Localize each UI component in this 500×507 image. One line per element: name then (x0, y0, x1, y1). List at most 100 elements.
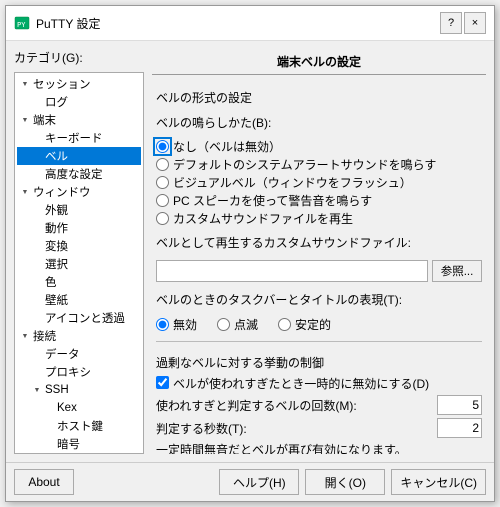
bell-radio-default[interactable] (156, 158, 169, 171)
tree-item-label: 外観 (45, 202, 68, 218)
tree-item-connection[interactable]: ▼接続 (17, 327, 141, 345)
putty-icon: PY (14, 15, 30, 31)
tree-item-log[interactable]: ログ (17, 93, 141, 111)
tree-toggle-icon (31, 348, 43, 360)
tree-toggle-icon (31, 366, 43, 378)
tree-item-behavior[interactable]: 動作 (17, 219, 141, 237)
tree-item-ssh[interactable]: ▼SSH (17, 381, 141, 399)
tree-item-terminal[interactable]: ▼端末 (17, 111, 141, 129)
tree-toggle-icon (31, 132, 43, 144)
taskbar-option-disabled: 無効 (156, 316, 197, 333)
tree-toggle-icon: ▼ (19, 186, 31, 198)
bell-radio-custom[interactable] (156, 212, 169, 225)
custom-file-label: ベルとして再生するカスタムサウンドファイル: (156, 234, 482, 251)
taskbar-label: ベルのときのタスクバーとタイトルの表現(T): (156, 291, 482, 308)
tree-item-label: キーボード (45, 130, 103, 146)
overused-input[interactable] (437, 395, 482, 415)
tree-toggle-icon (43, 420, 55, 432)
tree-item-label: ウィンドウ (33, 184, 91, 200)
taskbar-label-steady: 安定的 (295, 316, 331, 333)
tree-item-auth[interactable]: ▼認証 (17, 453, 141, 454)
title-bar-left: PY PuTTY 設定 (14, 15, 100, 32)
tree-item-data[interactable]: データ (17, 345, 141, 363)
tree-toggle-icon (31, 150, 43, 162)
tree-item-host_key[interactable]: ホスト鍵 (17, 417, 141, 435)
tree-item-session[interactable]: ▼セッション (17, 75, 141, 93)
tree-toggle-icon: ▼ (31, 384, 43, 396)
tree-toggle-icon (43, 402, 55, 414)
tree-item-window[interactable]: ▼ウィンドウ (17, 183, 141, 201)
disable-checkbox[interactable] (156, 376, 169, 389)
dialog-title: PuTTY 設定 (36, 15, 100, 32)
tree-toggle-icon: ▼ (19, 78, 31, 90)
taskbar-label-blink: 点滅 (234, 316, 258, 333)
tree-item-label: 色 (45, 274, 57, 290)
tree-item-keyboard[interactable]: キーボード (17, 129, 141, 147)
tree-item-label: 動作 (45, 220, 68, 236)
bell-radio-pc[interactable] (156, 194, 169, 207)
tree-toggle-icon (31, 258, 43, 270)
taskbar-radio-steady[interactable] (278, 318, 291, 331)
interval-input[interactable] (437, 418, 482, 438)
bell-option-visual: ビジュアルベル（ウィンドウをフラッシュ） (156, 174, 482, 191)
tree-toggle-icon: ▼ (19, 114, 31, 126)
svg-text:PY: PY (17, 21, 26, 29)
bell-option-default: デフォルトのシステムアラートサウンドを鳴らす (156, 156, 482, 173)
tree-item-icons_trans[interactable]: アイコンと透過 (17, 309, 141, 327)
tree-toggle-icon (31, 240, 43, 252)
about-button[interactable]: About (14, 469, 74, 495)
tree-item-appearance[interactable]: 外観 (17, 201, 141, 219)
tree-item-label: 変換 (45, 238, 68, 254)
left-panel: カテゴリ(G): ▼セッションログ▼端末キーボードベル高度な設定▼ウィンドウ外観… (14, 49, 144, 454)
browse-button[interactable]: 参照... (432, 260, 482, 282)
tree-item-color[interactable]: 色 (17, 273, 141, 291)
tree-toggle-icon (31, 222, 43, 234)
tree-item-label: データ (45, 346, 80, 362)
taskbar-radio-blink[interactable] (217, 318, 230, 331)
bell-options-container: なし（ベルは無効）デフォルトのシステムアラートサウンドを鳴らすビジュアルベル（ウ… (156, 137, 482, 228)
silence-info-row: 一定時間無音だとベルが再び有効になります。 (156, 441, 482, 454)
taskbar-radio-disabled[interactable] (156, 318, 169, 331)
content-area: ベルの形式の設定 ベルの鳴らしかた(B): なし（ベルは無効）デフォルトのシステ… (152, 85, 486, 454)
tree-item-wallpaper[interactable]: 壁紙 (17, 291, 141, 309)
tree-item-translation[interactable]: 変換 (17, 237, 141, 255)
tree-item-proxy[interactable]: プロキシ (17, 363, 141, 381)
tree-item-advanced[interactable]: 高度な設定 (17, 165, 141, 183)
tree-toggle-icon (43, 438, 55, 450)
tree-toggle-icon (31, 312, 43, 324)
tree-toggle-icon (31, 204, 43, 216)
tree-item-kex[interactable]: Kex (17, 399, 141, 417)
tree-item-label: 接続 (33, 328, 56, 344)
cancel-button[interactable]: キャンセル(C) (391, 469, 486, 495)
tree-item-label: 壁紙 (45, 292, 68, 308)
tree-item-label: Kex (57, 402, 77, 414)
bell-option-pc: PC スピーカを使って警告音を鳴らす (156, 192, 482, 209)
silence-label: 一定時間無音だとベルが再び有効になります。 (156, 441, 482, 454)
open-button[interactable]: 開く(O) (305, 469, 385, 495)
bell-style-label: ベルの形式の設定 (156, 89, 482, 106)
tree-item-label: ログ (45, 94, 68, 110)
tree-item-label: セッション (33, 76, 91, 92)
tree-item-bell[interactable]: ベル (17, 147, 141, 165)
sound-file-row: 参照... (156, 260, 482, 282)
help-title-button[interactable]: ? (440, 12, 462, 34)
tree-item-cipher[interactable]: 暗号 (17, 435, 141, 453)
putty-dialog: PY PuTTY 設定 ? × カテゴリ(G): ▼セッションログ▼端末キーボー… (5, 5, 495, 502)
bell-radio-visual[interactable] (156, 176, 169, 189)
close-title-button[interactable]: × (464, 12, 486, 34)
tree-container[interactable]: ▼セッションログ▼端末キーボードベル高度な設定▼ウィンドウ外観動作変換選択色壁紙… (14, 72, 144, 454)
tree-toggle-icon (31, 168, 43, 180)
bell-label-default: デフォルトのシステムアラートサウンドを鳴らす (173, 156, 436, 173)
bell-label-visual: ビジュアルベル（ウィンドウをフラッシュ） (173, 174, 412, 191)
tree-toggle-icon (31, 294, 43, 306)
sound-file-input[interactable] (156, 260, 428, 282)
bell-label-none: なし（ベルは無効） (173, 138, 281, 155)
tree-item-label: 端末 (33, 112, 56, 128)
help-button[interactable]: ヘルプ(H) (219, 469, 299, 495)
tree-item-label: ベル (45, 148, 68, 164)
tree-item-selection[interactable]: 選択 (17, 255, 141, 273)
bell-radio-none[interactable] (156, 140, 169, 153)
tree-item-label: 選択 (45, 256, 68, 272)
bell-option-none: なし（ベルは無効） (156, 138, 482, 155)
category-label: カテゴリ(G): (14, 49, 144, 66)
